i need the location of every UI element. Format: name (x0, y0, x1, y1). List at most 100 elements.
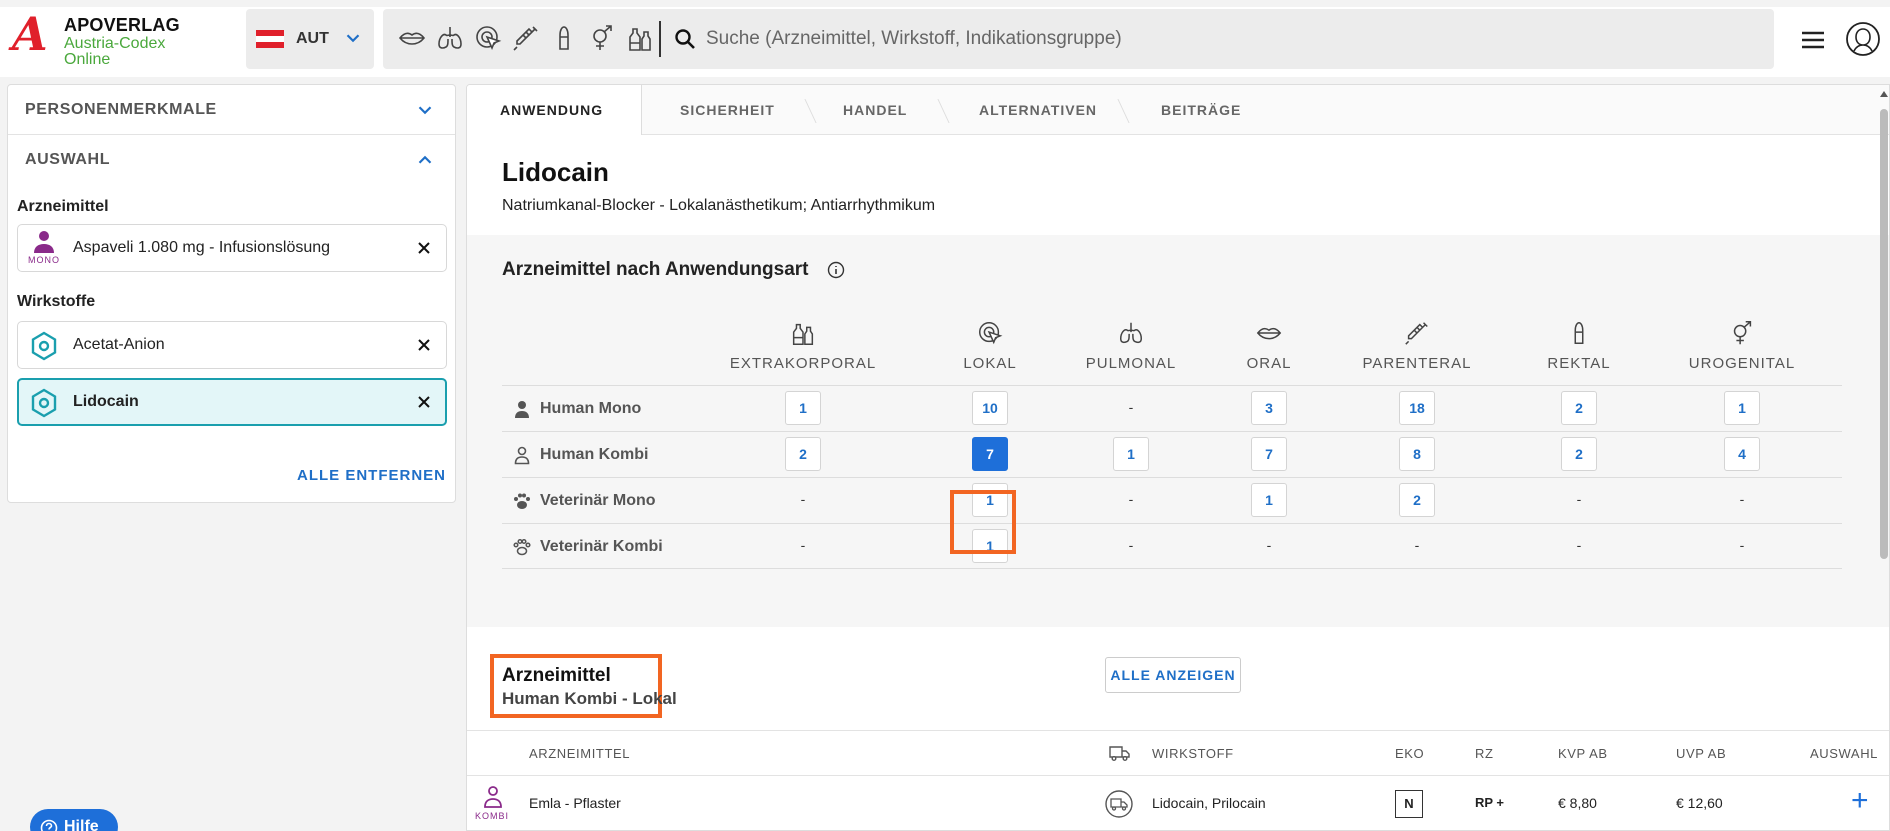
row-label-text: Veterinär Kombi (540, 538, 663, 555)
lips-oral-icon[interactable] (397, 23, 427, 53)
count-cell-human-kombi-parenteral[interactable]: 8 (1399, 437, 1435, 471)
hexagon-substance-icon (31, 388, 57, 418)
count-cell-human-kombi-lokal[interactable]: 7 (972, 437, 1008, 471)
user-avatar-icon[interactable] (1845, 21, 1881, 57)
accordion-personenmerkmale[interactable]: PERSONENMERKMALE (8, 85, 455, 135)
count-cell-human-mono-rektal[interactable]: 2 (1561, 391, 1597, 425)
logo-subtitle-2: Online (64, 51, 111, 68)
lungs-pulmonal-icon[interactable] (435, 23, 465, 53)
close-icon[interactable] (416, 337, 432, 353)
lips-oral-icon (1256, 327, 1282, 340)
target-lokal-icon[interactable] (473, 23, 503, 53)
accordion-label: PERSONENMERKMALE (25, 101, 217, 118)
count-cell-human-kombi-rektal[interactable]: 2 (1561, 437, 1597, 471)
add-to-selection-button[interactable]: + (1851, 786, 1869, 816)
column-label: PARENTERAL (1362, 355, 1472, 372)
tab-alternativen[interactable]: ALTERNATIVEN (979, 102, 1097, 118)
cell-kvp: € 8,80 (1558, 795, 1597, 811)
gender-urogenital-icon (1733, 321, 1752, 345)
count-cell-human-mono-lokal[interactable]: 10 (972, 391, 1008, 425)
results-table-header: ARZNEIMITTEL WIRKSTOFF EKO RZ KVP AB UVP… (467, 730, 1889, 776)
column-label: EXTRAKORPORAL (729, 355, 877, 372)
truck-circle-icon (1105, 790, 1133, 818)
count-cell-veterinaer-mono-parenteral[interactable]: 2 (1399, 483, 1435, 517)
th-arzneimittel[interactable]: ARZNEIMITTEL (529, 746, 630, 761)
help-button[interactable]: Hilfe (30, 809, 118, 831)
person-filled-icon (515, 401, 529, 418)
selected-drug-chip[interactable]: MONO Aspaveli 1.080 mg - Infusionslösung (17, 224, 447, 272)
column-label: UROGENITAL (1688, 355, 1796, 372)
tab-sicherheit[interactable]: SICHERHEIT (680, 102, 775, 118)
tab-anwendung[interactable]: ANWENDUNG (500, 102, 603, 118)
info-icon[interactable] (827, 261, 845, 279)
row-label-text: Veterinär Mono (540, 492, 656, 509)
count-cell-human-kombi-urogenital[interactable]: 4 (1724, 437, 1760, 471)
count-cell-human-mono-oral[interactable]: 3 (1251, 391, 1287, 425)
selected-cell-highlight (950, 490, 1016, 554)
close-icon[interactable] (416, 240, 432, 256)
column-label: ORAL (1246, 355, 1292, 372)
th-wirkstoff[interactable]: WIRKSTOFF (1152, 746, 1234, 761)
search-input[interactable] (706, 21, 1746, 57)
cell-uvp: € 12,60 (1676, 795, 1723, 811)
count-cell-veterinaer-kombi-rektal: - (1576, 537, 1582, 553)
scroll-up-arrow-icon[interactable] (1879, 89, 1889, 99)
th-eko[interactable]: EKO (1395, 746, 1424, 761)
section-label-arzneimittel: Arzneimittel (17, 198, 109, 215)
bottles-extrakorporal-icon[interactable] (625, 23, 655, 53)
syringe-parenteral-icon (1405, 322, 1428, 345)
scrollbar-thumb[interactable] (1880, 109, 1888, 559)
chevron-down-icon (346, 34, 360, 43)
syringe-parenteral-icon[interactable] (511, 23, 541, 53)
usage-section-title: Arzneimittel nach Anwendungsart (502, 259, 809, 280)
count-cell-human-mono-pulmonal: - (1128, 399, 1134, 415)
count-cell-human-mono-extrakorporal[interactable]: 1 (785, 391, 821, 425)
chip-label: Acetat-Anion (73, 336, 165, 353)
th-rz[interactable]: RZ (1475, 746, 1494, 761)
apoverlag-logo[interactable]: A APOVERLAG Austria-Codex Online (12, 9, 202, 75)
filter-sidebar: PERSONENMERKMALE AUSWAHL Arzneimittel MO… (7, 84, 456, 503)
count-cell-veterinaer-mono-oral[interactable]: 1 (1251, 483, 1287, 517)
show-all-button[interactable]: ALLE ANZEIGEN (1105, 657, 1241, 693)
suppository-rektal-icon[interactable] (549, 23, 579, 53)
eko-badge: N (1395, 790, 1423, 818)
list-subtitle: Human Kombi - Lokal (502, 689, 677, 708)
cell-wirkstoff: Lidocain, Prilocain (1152, 795, 1266, 811)
kombi-tag: KOMBI (475, 811, 510, 821)
paw-filled-icon (514, 493, 530, 509)
table-row[interactable]: KOMBI Emla - Pflaster Lidocain, Prilocai… (467, 776, 1889, 830)
count-cell-veterinaer-mono-urogenital: - (1739, 491, 1745, 507)
row-label: Veterinär Kombi (512, 537, 663, 557)
count-cell-human-kombi-pulmonal[interactable]: 1 (1113, 437, 1149, 471)
substance-chip-acetat[interactable]: Acetat-Anion (17, 321, 447, 369)
chip-label: Aspaveli 1.080 mg - Infusionslösung (73, 239, 331, 256)
remove-all-button[interactable]: ALLE ENTFERNEN (297, 467, 446, 484)
tab-beitraege[interactable]: BEITRÄGE (1161, 102, 1241, 118)
truck-icon (1109, 746, 1130, 761)
logo-title: APOVERLAG (64, 15, 180, 35)
close-icon[interactable] (416, 394, 432, 410)
country-selector[interactable]: AUT (246, 9, 374, 69)
count-cell-human-mono-urogenital[interactable]: 1 (1724, 391, 1760, 425)
search-bar (383, 9, 1774, 69)
gender-urogenital-icon[interactable] (587, 23, 617, 53)
tab-divider (937, 99, 950, 123)
count-cell-human-mono-parenteral[interactable]: 18 (1399, 391, 1435, 425)
column-extrakorporal: EXTRAKORPORAL (723, 319, 883, 372)
tab-divider (804, 99, 817, 123)
tab-divider (1117, 99, 1130, 123)
count-cell-human-kombi-extrakorporal[interactable]: 2 (785, 437, 821, 471)
cell-arzneimittel[interactable]: Emla - Pflaster (529, 795, 621, 811)
page-title: Lidocain (502, 157, 609, 187)
substance-chip-lidocain[interactable]: Lidocain (17, 378, 447, 426)
app-header: A APOVERLAG Austria-Codex Online AUT (0, 0, 1890, 77)
accordion-auswahl[interactable]: AUSWAHL (8, 135, 455, 185)
th-uvp[interactable]: UVP AB (1676, 746, 1726, 761)
column-pulmonal: PULMONAL (1051, 319, 1211, 372)
count-cell-human-kombi-oral[interactable]: 7 (1251, 437, 1287, 471)
hamburger-menu-icon[interactable] (1800, 29, 1826, 51)
help-label: Hilfe (64, 818, 99, 831)
th-kvp[interactable]: KVP AB (1558, 746, 1608, 761)
tab-handel[interactable]: HANDEL (843, 102, 907, 118)
row-veterinaer-mono: Veterinär Mono (502, 477, 1842, 523)
